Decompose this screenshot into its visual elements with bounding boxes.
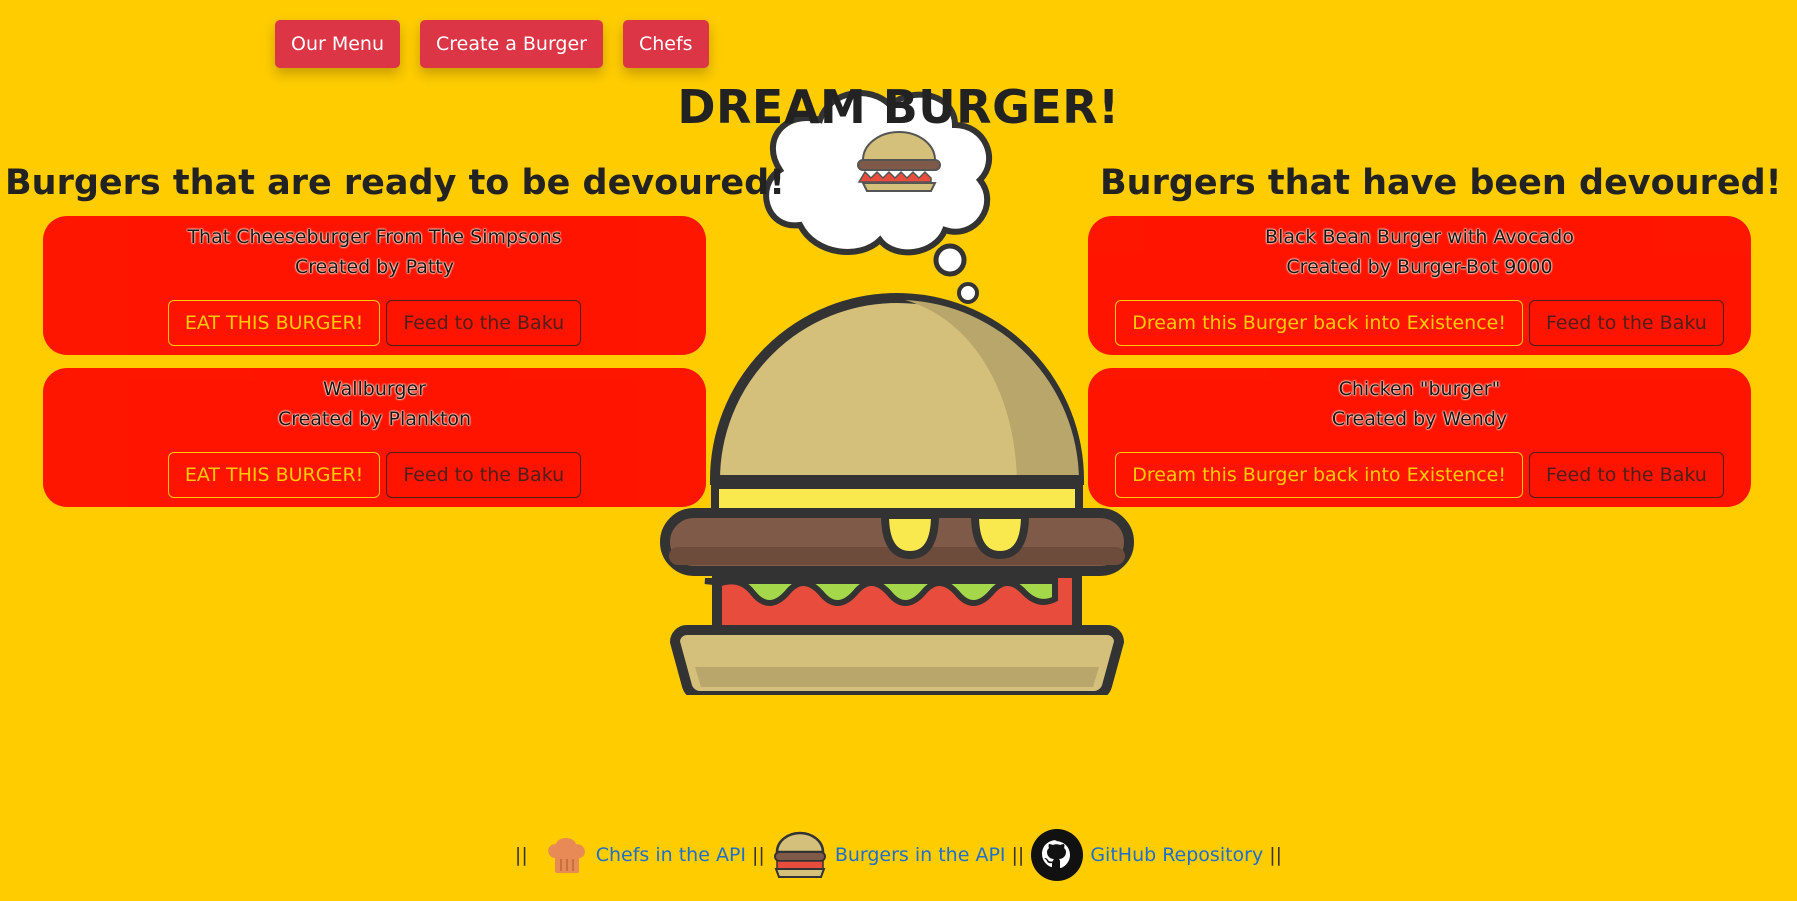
footer-separator: ||	[1011, 844, 1025, 866]
feed-to-baku-button[interactable]: Feed to the Baku	[1528, 300, 1724, 346]
burger-name: Black Bean Burger with Avocado	[1265, 226, 1574, 248]
nav-create-burger-button[interactable]: Create a Burger	[420, 20, 603, 68]
footer-separator: ||	[752, 844, 765, 866]
eat-burger-button[interactable]: EAT THIS BURGER!	[167, 452, 381, 498]
burger-card: Black Bean Burger with Avocado Created b…	[1088, 216, 1751, 355]
burger-card: Chicken "burger" Created by Wendy Dream …	[1088, 368, 1751, 507]
eat-burger-button[interactable]: EAT THIS BURGER!	[167, 300, 381, 346]
feed-to-baku-button[interactable]: Feed to the Baku	[386, 452, 582, 498]
burger-creator: Created by Plankton	[277, 408, 472, 430]
burger-name: Chicken "burger"	[1338, 378, 1501, 400]
page-title: DREAM BURGER!	[677, 80, 1120, 134]
burger-creator: Created by Burger-Bot 9000	[1286, 256, 1553, 278]
github-icon	[1031, 829, 1084, 881]
top-nav: Our Menu Create a Burger Chefs	[275, 20, 709, 68]
github-repository-link[interactable]: GitHub Repository	[1090, 844, 1263, 866]
ready-column-heading: Burgers that are ready to be devoured!	[5, 163, 786, 203]
feed-to-baku-button[interactable]: Feed to the Baku	[386, 300, 582, 346]
burger-name: That Cheeseburger From The Simpsons	[187, 226, 562, 248]
burger-name: Wallburger	[323, 378, 426, 400]
chef-hat-icon	[547, 838, 585, 873]
burgers-api-link[interactable]: Burgers in the API	[835, 844, 1006, 866]
devoured-column-heading: Burgers that have been devoured!	[1100, 163, 1782, 203]
burger-creator: Created by Patty	[295, 256, 454, 278]
dream-back-button[interactable]: Dream this Burger back into Existence!	[1115, 452, 1523, 498]
dream-back-button[interactable]: Dream this Burger back into Existence!	[1115, 300, 1523, 346]
hero-burger-illustration	[660, 90, 1134, 695]
burger-icon	[660, 293, 1134, 695]
feed-to-baku-button[interactable]: Feed to the Baku	[1528, 452, 1724, 498]
footer-separator: ||	[1269, 844, 1283, 866]
nav-our-menu-button[interactable]: Our Menu	[275, 20, 401, 68]
burger-creator: Created by Wendy	[1331, 408, 1508, 430]
burger-card: Wallburger Created by Plankton EAT THIS …	[43, 368, 706, 507]
burger-icon	[773, 831, 826, 878]
chefs-api-link[interactable]: Chefs in the API	[596, 844, 746, 866]
footer-separator: ||	[514, 844, 528, 866]
footer: || Chefs in the API || Burgers in the AP…	[0, 828, 1797, 882]
burger-card: That Cheeseburger From The Simpsons Crea…	[43, 216, 706, 355]
